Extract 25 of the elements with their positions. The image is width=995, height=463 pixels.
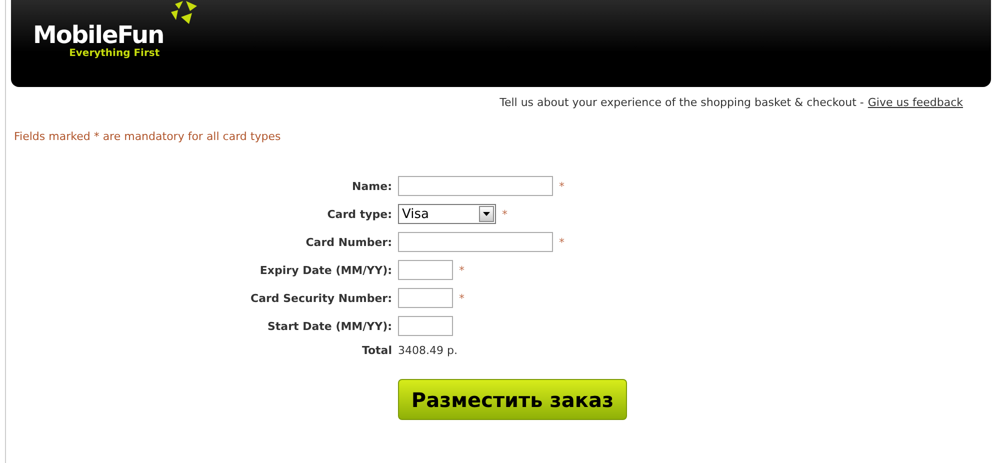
field-label: Start Date (MM/YY): xyxy=(266,320,392,332)
required-marker: * xyxy=(559,236,564,248)
input-field[interactable] xyxy=(398,232,553,252)
select-field[interactable]: Visa xyxy=(398,204,496,224)
feedback-link[interactable]: Give us feedback xyxy=(868,96,963,109)
required-marker: * xyxy=(502,208,508,220)
mandatory-notice: Fields marked * are mandatory for all card types xyxy=(14,130,282,143)
required-marker: * xyxy=(459,292,464,304)
input-field[interactable] xyxy=(398,260,453,280)
required-marker: * xyxy=(459,264,464,276)
field-label: Name: xyxy=(351,180,392,192)
field-label: Card type: xyxy=(326,208,392,220)
field-label: Card Number: xyxy=(304,236,392,248)
input-field[interactable] xyxy=(398,316,453,336)
place-order-button[interactable]: Разместить заказ xyxy=(398,379,627,420)
input-field[interactable] xyxy=(398,176,553,196)
input-field[interactable] xyxy=(398,288,453,308)
logo-text: MobileFun xyxy=(33,22,164,48)
feedback-text: Tell us about your experience of the shopping basket & checkout - xyxy=(500,96,864,109)
total-value: 3408.49 р. xyxy=(398,344,458,357)
required-marker: * xyxy=(559,180,564,192)
field-label: Expiry Date (MM/YY): xyxy=(258,264,392,276)
total-label: Total xyxy=(360,344,392,357)
field-label: Card Security Number: xyxy=(250,292,392,304)
logo-tagline: Everything First xyxy=(69,48,160,59)
